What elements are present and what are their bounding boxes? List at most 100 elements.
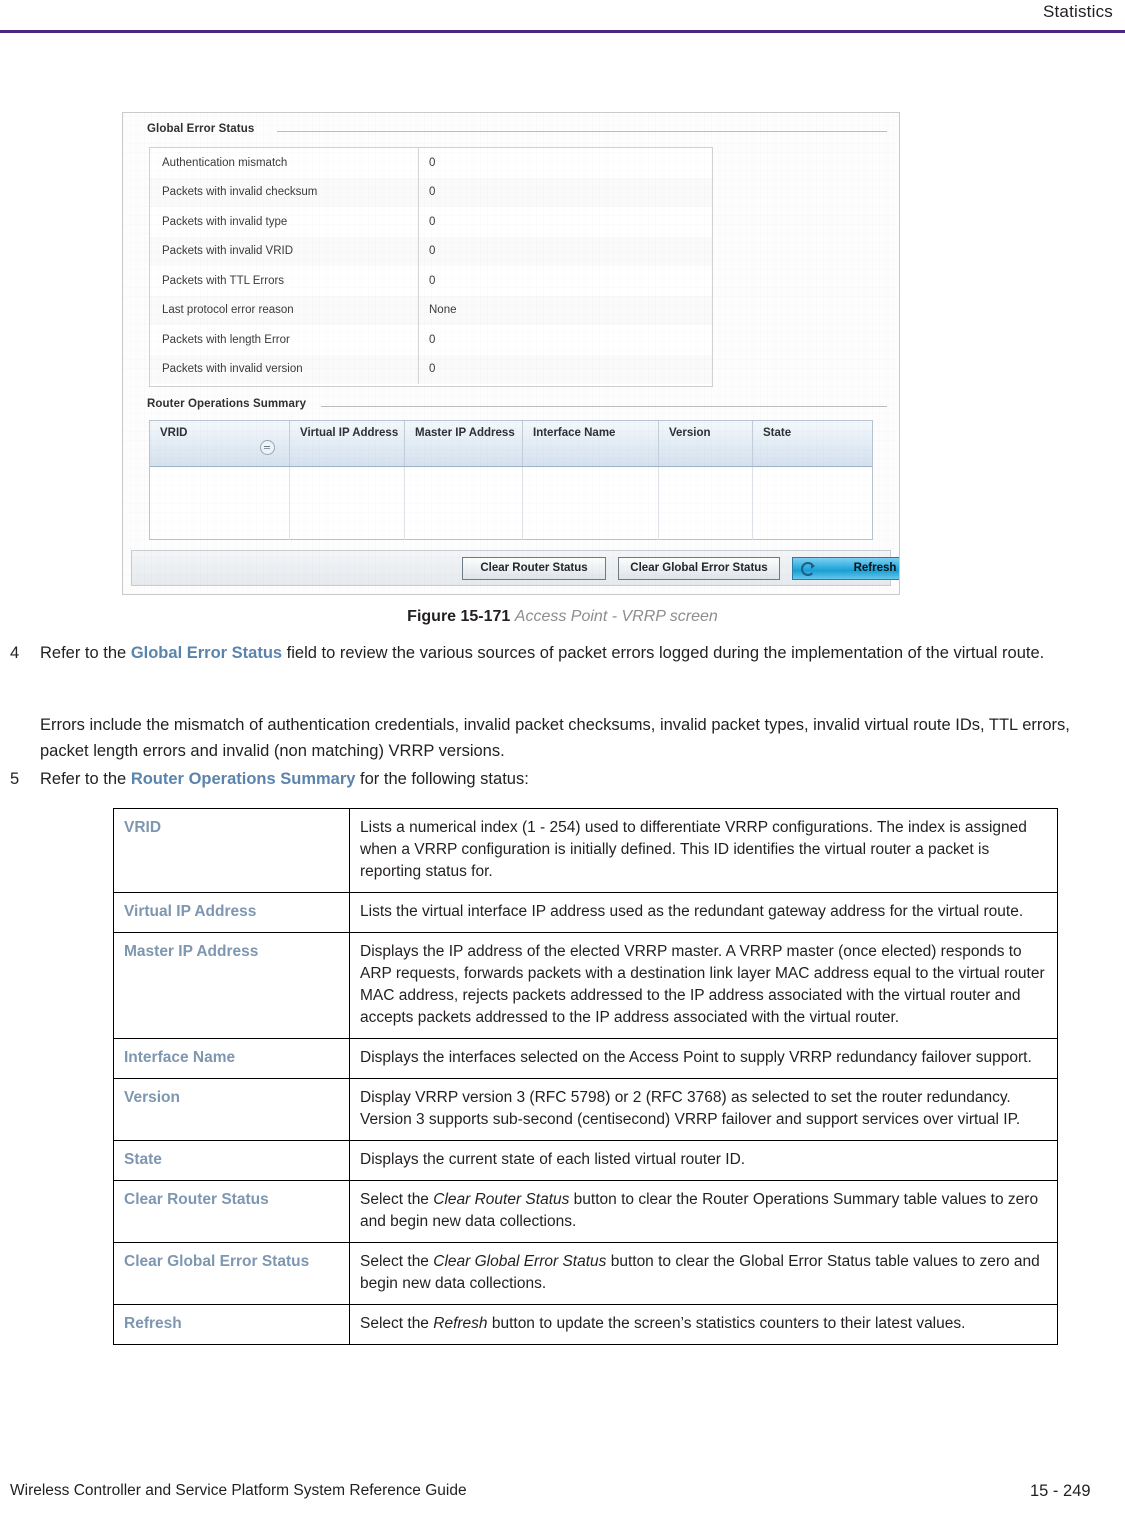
definition-description: Displays the IP address of the elected V… — [349, 932, 1058, 1039]
definition-description: Lists the virtual interface IP address u… — [349, 892, 1058, 933]
step-number: 5 — [10, 770, 20, 788]
global-error-row: Authentication mismatch 0 — [150, 148, 712, 178]
global-error-value: 0 — [429, 215, 436, 228]
definition-term: Version — [113, 1078, 350, 1141]
desc-pre: Select the — [360, 1253, 434, 1270]
step-emphasis: Router Operations Summary — [130, 770, 356, 788]
column-header-version[interactable]: Version — [659, 421, 753, 466]
step-text: Errors include the mismatch of authentic… — [40, 716, 1070, 760]
global-error-label: Packets with TTL Errors — [162, 274, 285, 287]
global-error-value: None — [429, 304, 457, 317]
clear-global-error-status-button[interactable]: Clear Global Error Status — [618, 557, 780, 580]
global-error-status-table: Authentication mismatch 0 Packets with i… — [149, 147, 713, 387]
table-cell — [150, 467, 290, 540]
global-error-row: Packets with invalid checksum 0 — [150, 177, 712, 207]
definition-term: Interface Name — [113, 1038, 350, 1079]
global-error-row: Packets with invalid version 0 — [150, 354, 712, 384]
step-lead: Refer to the — [40, 770, 131, 788]
definition-description: Displays the current state of each liste… — [349, 1140, 1058, 1181]
footer-slash-rule — [972, 1465, 1014, 1513]
definition-description: Lists a numerical index (1 - 254) used t… — [349, 808, 1058, 893]
router-operations-summary-group: Router Operations Summary VRID Virtual I… — [135, 398, 887, 546]
refresh-button[interactable]: Refresh — [792, 557, 899, 580]
footer-page-number: 15 - 249 — [1030, 1482, 1091, 1500]
table-cell — [523, 467, 659, 540]
page-header-title: Statistics — [1042, 2, 1113, 21]
sort-indicator-icon[interactable] — [260, 440, 275, 455]
table-row: VRID Lists a numerical index (1 - 254) u… — [113, 808, 1058, 893]
footer-guide-title: Wireless Controller and Service Platform… — [10, 1482, 467, 1499]
global-error-status-group: Global Error Status Authentication misma… — [135, 123, 887, 393]
global-error-label: Authentication mismatch — [162, 156, 288, 169]
group-rule — [277, 131, 887, 132]
step-4: 4 Refer to the Global Error Status field… — [10, 640, 1090, 666]
table-cell — [659, 467, 753, 540]
global-error-label: Packets with length Error — [162, 333, 290, 346]
global-error-label: Packets with invalid VRID — [162, 245, 294, 258]
definition-term: VRID — [113, 808, 350, 893]
clear-router-status-button[interactable]: Clear Router Status — [462, 557, 606, 580]
global-error-label: Packets with invalid version — [162, 363, 303, 376]
step-emphasis: Global Error Status — [130, 644, 283, 662]
button-bar: Clear Router Status Clear Global Error S… — [131, 550, 899, 586]
column-header-label: VRID — [160, 427, 188, 439]
desc-post: button to update the screen’s statistics… — [487, 1315, 966, 1332]
refresh-button-label: Refresh — [853, 562, 897, 574]
column-header-vrid[interactable]: VRID — [150, 421, 290, 466]
column-header-state[interactable]: State — [753, 421, 872, 466]
definition-term: State — [113, 1140, 350, 1181]
column-header-master-ip-address[interactable]: Master IP Address — [405, 421, 523, 466]
table-row: Virtual IP Address Lists the virtual int… — [113, 892, 1058, 933]
definition-description: Display VRRP version 3 (RFC 5798) or 2 (… — [349, 1078, 1058, 1141]
global-error-label: Last protocol error reason — [162, 304, 294, 317]
step-4-continuation: Errors include the mismatch of authentic… — [10, 712, 1090, 764]
global-error-label: Packets with invalid type — [162, 215, 288, 228]
step-lead: Refer to the — [40, 644, 131, 662]
desc-emphasis: Clear Global Error Status — [433, 1253, 607, 1270]
definition-description: Select the Clear Global Error Status but… — [349, 1242, 1058, 1305]
definition-term: Refresh — [113, 1304, 350, 1345]
table-cell — [405, 467, 523, 540]
desc-emphasis: Clear Router Status — [433, 1191, 570, 1208]
global-error-value: 0 — [429, 245, 436, 258]
step-number: 4 — [10, 644, 20, 662]
step-text: Refer to the Router Operations Summary f… — [40, 766, 1090, 792]
definition-term: Virtual IP Address — [113, 892, 350, 933]
step-rest: field to review the various sources of p… — [282, 644, 1045, 662]
table-row: Clear Global Error Status Select the Cle… — [113, 1242, 1058, 1305]
global-error-row: Packets with TTL Errors 0 — [150, 266, 712, 296]
global-error-status-title: Global Error Status — [145, 123, 261, 135]
definition-description: Select the Clear Router Status button to… — [349, 1180, 1058, 1243]
refresh-icon — [801, 562, 815, 576]
global-error-value: 0 — [429, 274, 436, 287]
global-error-label: Packets with invalid checksum — [162, 186, 318, 199]
column-header-virtual-ip-address[interactable]: Virtual IP Address — [290, 421, 405, 466]
table-row: State Displays the current state of each… — [113, 1140, 1058, 1181]
group-rule — [321, 406, 887, 407]
global-error-value: 0 — [429, 333, 436, 346]
table-row: Version Display VRRP version 3 (RFC 5798… — [113, 1078, 1058, 1141]
desc-pre: Select the — [360, 1315, 434, 1332]
page-header: Statistics — [0, 0, 1125, 36]
step-rest: for the following status: — [355, 770, 529, 788]
global-error-row: Packets with length Error 0 — [150, 325, 712, 355]
figure-caption: Figure 15-171 Access Point - VRRP screen — [0, 608, 1125, 626]
column-header-interface-name[interactable]: Interface Name — [523, 421, 659, 466]
desc-pre: Select the — [360, 1191, 434, 1208]
definition-term: Master IP Address — [113, 932, 350, 1039]
definition-term: Clear Router Status — [113, 1180, 350, 1243]
definition-term: Clear Global Error Status — [113, 1242, 350, 1305]
app-window: Global Error Status Authentication misma… — [122, 112, 900, 595]
table-cell — [753, 467, 872, 540]
header-rule — [0, 30, 1125, 33]
step-text: Refer to the Global Error Status field t… — [40, 640, 1090, 666]
definition-description: Displays the interfaces selected on the … — [349, 1038, 1058, 1079]
figure-label: Access Point - VRRP screen — [514, 608, 718, 625]
table-row: Master IP Address Displays the IP addres… — [113, 932, 1058, 1039]
global-error-value: 0 — [429, 186, 436, 199]
global-error-row: Last protocol error reason None — [150, 295, 712, 325]
desc-emphasis: Refresh — [433, 1315, 488, 1332]
table-body-empty — [150, 467, 872, 540]
field-definition-table: VRID Lists a numerical index (1 - 254) u… — [113, 808, 1058, 1345]
definition-description: Select the Refresh button to update the … — [349, 1304, 1058, 1345]
